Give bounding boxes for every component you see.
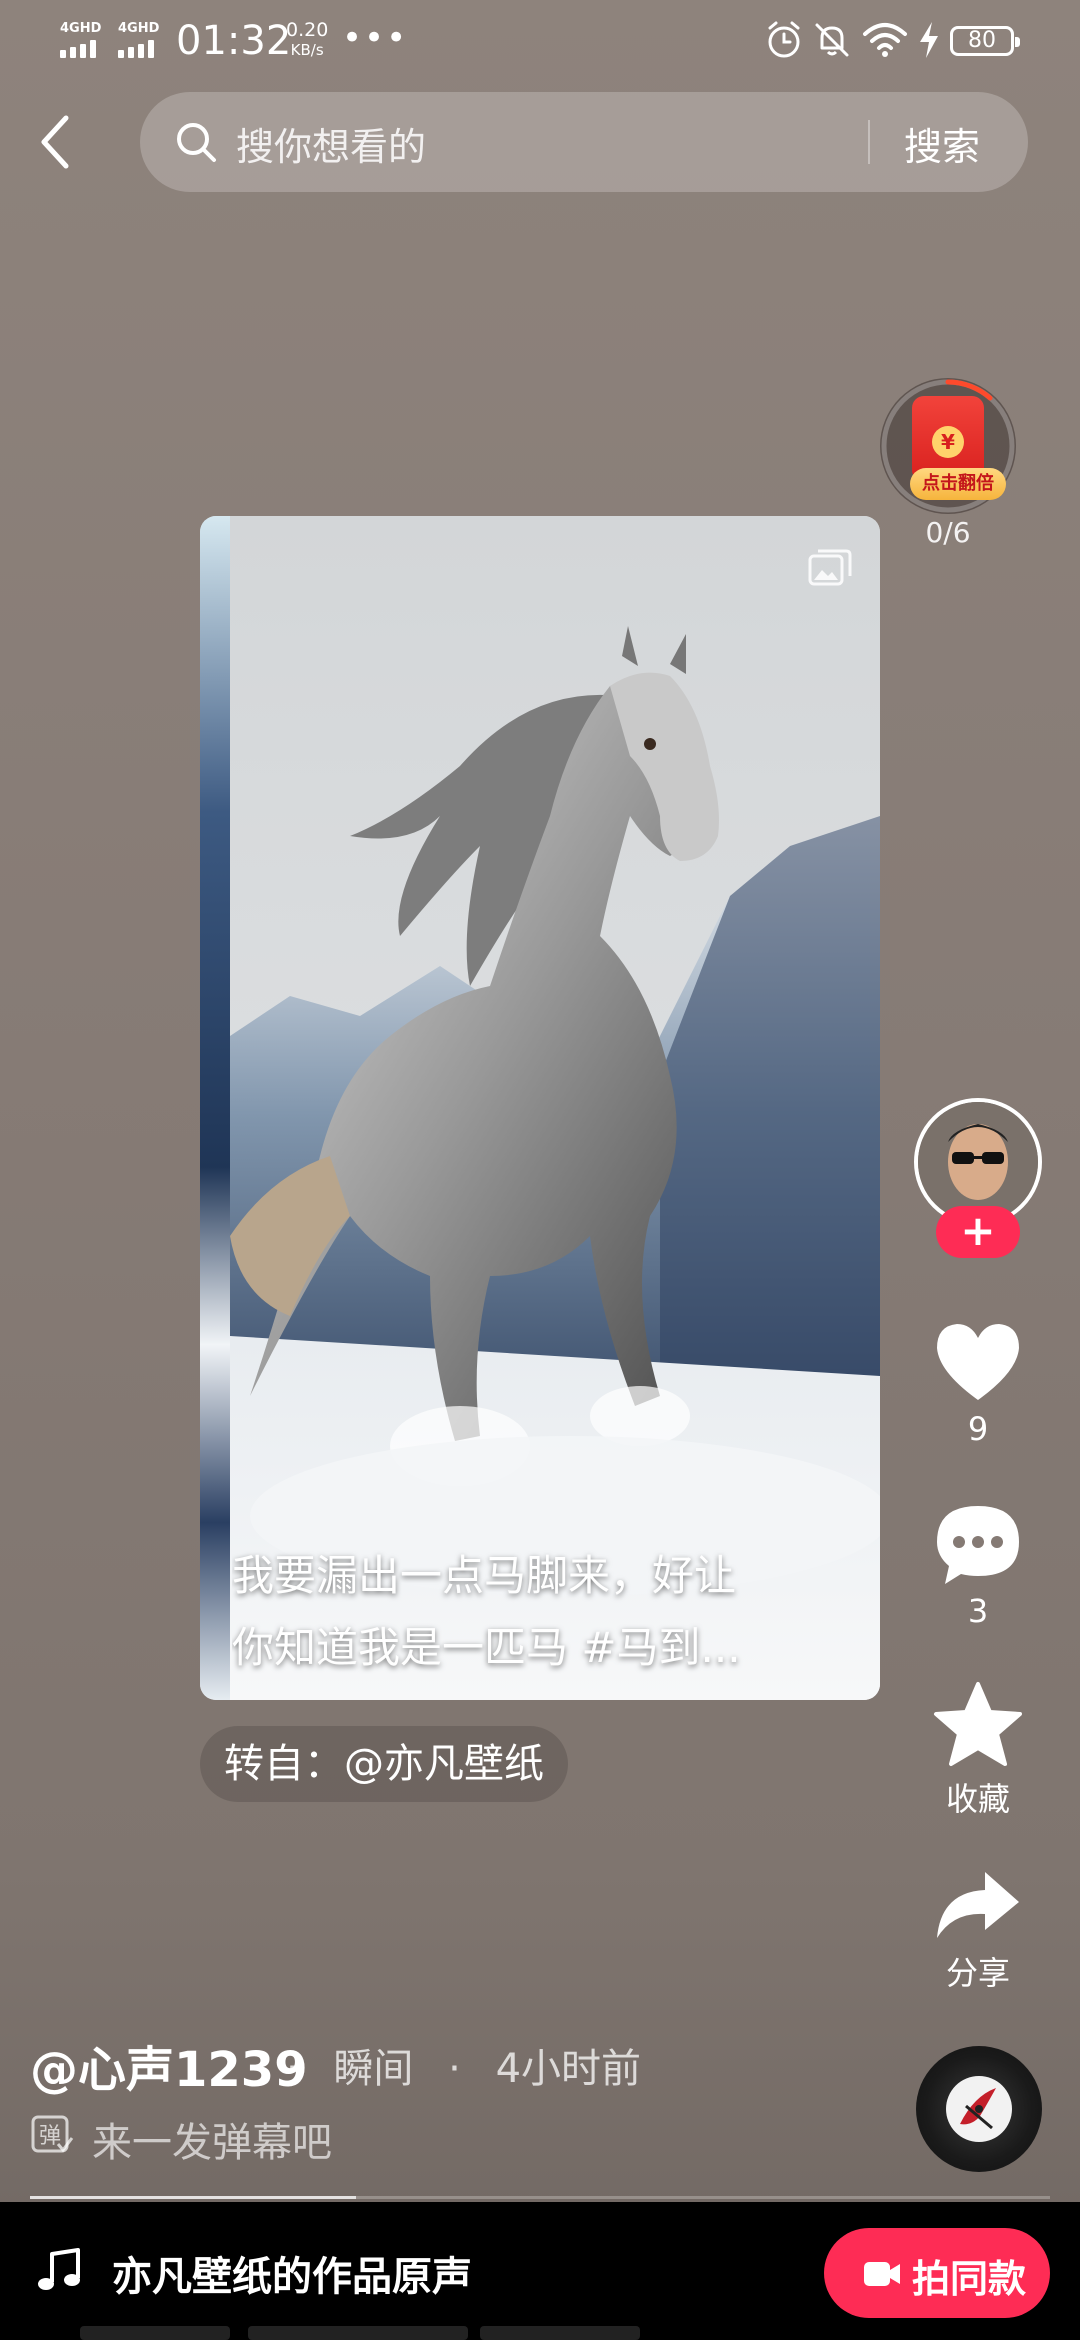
previous-image-peek (200, 516, 230, 1700)
music-cover (946, 2076, 1012, 2142)
author-name[interactable]: @心声1239 (30, 2030, 308, 2100)
music-cover-art (960, 2088, 996, 2130)
share-button[interactable]: 分享 (920, 1868, 1036, 1994)
favorite-label: 收藏 (945, 1780, 1010, 1818)
horse-image (230, 516, 880, 1700)
post-image-card[interactable]: 我要漏出一点马脚来，好让 你知道我是一匹马 #马到... (200, 516, 880, 1700)
post-time: 4小时前 (495, 2046, 642, 2092)
more-notifications-icon: ••• (342, 18, 409, 58)
caption-line: 你知道我是一匹马 #马到... (232, 1623, 741, 1672)
signal-icon (118, 40, 162, 58)
red-packet-widget[interactable]: ¥ 点击翻倍 (880, 378, 1016, 514)
meta-separator: · (448, 2046, 461, 2092)
status-bar: 4GHD 4GHD 01:32 0.20 KB/s ••• 80 (0, 0, 1080, 84)
camera-icon (864, 2262, 900, 2286)
search-bar[interactable]: 搜你想看的 搜索 (140, 92, 1028, 192)
repost-source-link[interactable]: 转自：@亦凡壁纸 (200, 1726, 568, 1802)
nav-segment (480, 2326, 640, 2340)
same-style-label: 拍同款 (912, 2257, 1027, 2301)
nav-segment (248, 2326, 468, 2340)
music-note-icon (38, 2248, 80, 2290)
search-input[interactable]: 搜你想看的 (236, 116, 426, 171)
search-icon (177, 123, 216, 162)
red-packet-label: 点击翻倍 (910, 468, 1006, 500)
like-count: 9 (967, 1410, 989, 1448)
meta-separator: · (286, 2046, 299, 2092)
music-disc[interactable] (916, 2046, 1042, 2172)
charging-icon (920, 22, 938, 58)
comment-button[interactable]: 3 (920, 1502, 1036, 1630)
share-label: 分享 (945, 1954, 1010, 1992)
star-icon (934, 1682, 1022, 1766)
avatar-photo (918, 1102, 1038, 1222)
sim1-label: 4GHD (60, 21, 102, 36)
signal-icon (60, 40, 104, 58)
progress-fill (30, 2196, 357, 2199)
comment-icon (937, 1506, 1019, 1584)
alarm-icon (768, 21, 800, 58)
like-button[interactable]: 9 (920, 1320, 1036, 1448)
red-packet-progress: 0/6 (925, 516, 971, 549)
search-button[interactable]: 搜索 (904, 116, 980, 171)
mute-icon (815, 23, 849, 57)
music-bar[interactable]: 亦凡壁纸的作品原声 拍同款 (0, 2202, 1080, 2340)
post-caption[interactable]: 我要漏出一点马脚来，好让 你知道我是一匹马 #马到... (232, 1540, 852, 1684)
status-time: 01:32 (176, 18, 292, 64)
video-progress-bar[interactable] (30, 2196, 1050, 2199)
music-title: 亦凡壁纸的作品原声 (112, 2254, 472, 2300)
wifi-icon (863, 23, 907, 57)
search-divider (868, 120, 870, 164)
net-speed: 0.20 KB/s (286, 19, 329, 59)
back-button[interactable] (30, 110, 86, 174)
danmu-icon: 弹 (31, 2115, 74, 2153)
post-meta: · 瞬间 · 4小时前 (286, 2036, 663, 2094)
caption-line: 我要漏出一点马脚来，好让 (232, 1551, 737, 1600)
nav-segment (80, 2326, 230, 2340)
battery-indicator: 80 (950, 26, 1020, 56)
coin-icon: ¥ (932, 426, 964, 458)
danmu-placeholder: 来一发弹幕吧 (92, 2120, 332, 2166)
heart-icon (937, 1324, 1019, 1400)
share-arrow-icon (937, 1872, 1019, 1938)
comment-count: 3 (967, 1592, 989, 1630)
follow-button[interactable]: + (936, 1206, 1020, 1258)
post-type: 瞬间 (333, 2046, 414, 2092)
same-style-button[interactable]: 拍同款 (824, 2228, 1050, 2318)
sim2-label: 4GHD (118, 21, 160, 36)
favorite-button[interactable]: 收藏 (920, 1680, 1036, 1820)
gallery-icon (808, 549, 852, 586)
